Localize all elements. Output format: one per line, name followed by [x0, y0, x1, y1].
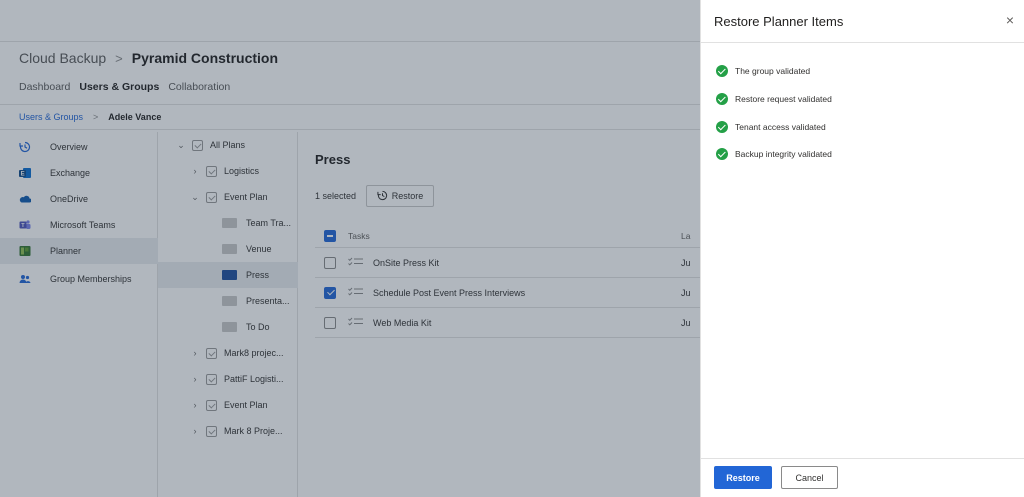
- panel-footer-divider: [701, 458, 1024, 459]
- validation-item: Backup integrity validated: [716, 147, 832, 161]
- check-circle-icon: [716, 65, 728, 77]
- validation-text: The group validated: [735, 66, 811, 76]
- restore-panel: Restore Planner Items × The group valida…: [700, 0, 1024, 497]
- validation-text: Backup integrity validated: [735, 149, 832, 159]
- restore-confirm-button[interactable]: Restore: [714, 466, 772, 489]
- panel-header-divider: [701, 42, 1024, 43]
- check-circle-icon: [716, 121, 728, 133]
- overlay-scrim[interactable]: [0, 0, 700, 497]
- close-icon[interactable]: ×: [1001, 11, 1019, 29]
- check-circle-icon: [716, 148, 728, 160]
- validation-item: The group validated: [716, 64, 810, 78]
- panel-title: Restore Planner Items: [714, 14, 844, 29]
- validation-item: Restore request validated: [716, 92, 832, 106]
- validation-item: Tenant access validated: [716, 120, 826, 134]
- validation-text: Tenant access validated: [735, 122, 826, 132]
- check-circle-icon: [716, 93, 728, 105]
- validation-text: Restore request validated: [735, 94, 832, 104]
- cancel-button[interactable]: Cancel: [781, 466, 838, 489]
